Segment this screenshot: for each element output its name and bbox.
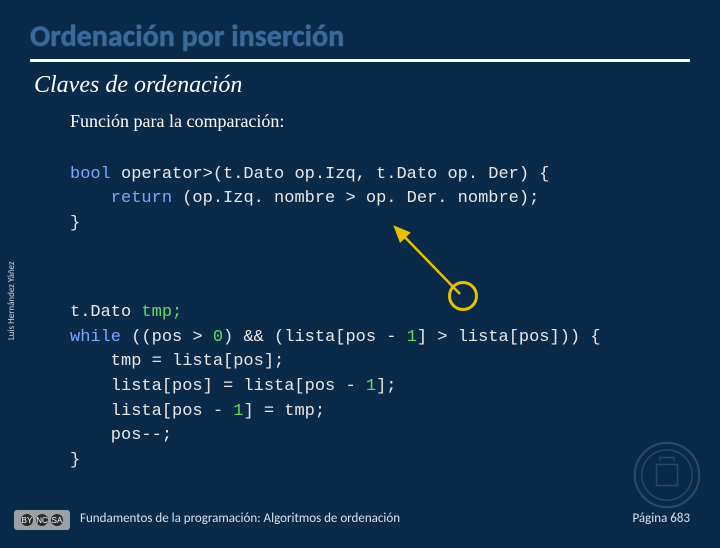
cc-license-badge: BY NC SA xyxy=(14,510,70,530)
code-text: ((pos > xyxy=(121,328,213,347)
cc-nc-icon: NC xyxy=(36,514,48,526)
identifier: tmp; xyxy=(141,303,182,322)
code-text: ] > lista[pos])) { xyxy=(417,328,601,347)
code-text: t.Dato xyxy=(70,303,141,322)
code-text: pos--; xyxy=(70,426,172,445)
author-side-label: Luis Hernández Yáñez xyxy=(6,261,17,340)
cc-sa-icon: SA xyxy=(51,514,63,526)
code-text: ) && (lista[pos - xyxy=(223,328,407,347)
code-text: } xyxy=(70,451,80,470)
intro-text: Función para la comparación: xyxy=(70,111,690,132)
code-block-1: bool operator>(t.Dato op.Izq, t.Dato op.… xyxy=(70,138,690,237)
literal: 1 xyxy=(407,328,417,347)
slide-title: Ordenación por inserción xyxy=(30,18,690,55)
horizontal-rule xyxy=(30,59,690,62)
slide-subtitle: Claves de ordenación xyxy=(34,72,690,99)
literal: 0 xyxy=(213,328,223,347)
code-text: (op.Izq. nombre > op. Der. nombre); xyxy=(172,189,539,208)
code-text: operator>(t.Dato op.Izq, t.Dato op. Der)… xyxy=(111,165,550,184)
keyword-while: while xyxy=(70,328,121,347)
highlight-oval-icon xyxy=(448,281,478,311)
code-text: tmp = lista[pos]; xyxy=(70,352,284,371)
institution-seal-icon xyxy=(632,440,702,510)
keyword-bool: bool xyxy=(70,165,111,184)
footer-left: Fundamentos de la programación: Algoritm… xyxy=(80,511,400,526)
footer-page-number: Página 683 xyxy=(632,511,690,526)
keyword-return: return xyxy=(70,189,172,208)
code-text: ] = tmp; xyxy=(243,402,325,421)
footer: Fundamentos de la programación: Algoritm… xyxy=(80,511,690,526)
code-text: lista[pos - xyxy=(70,402,233,421)
literal: 1 xyxy=(233,402,243,421)
code-block-2: t.Dato tmp; while ((pos > 0) && (lista[p… xyxy=(70,277,690,548)
code-text: lista[pos] = lista[pos - xyxy=(70,377,366,396)
code-text: } xyxy=(70,214,80,233)
literal: 1 xyxy=(366,377,376,396)
cc-by-icon: BY xyxy=(21,514,33,526)
code-text: ]; xyxy=(376,377,396,396)
